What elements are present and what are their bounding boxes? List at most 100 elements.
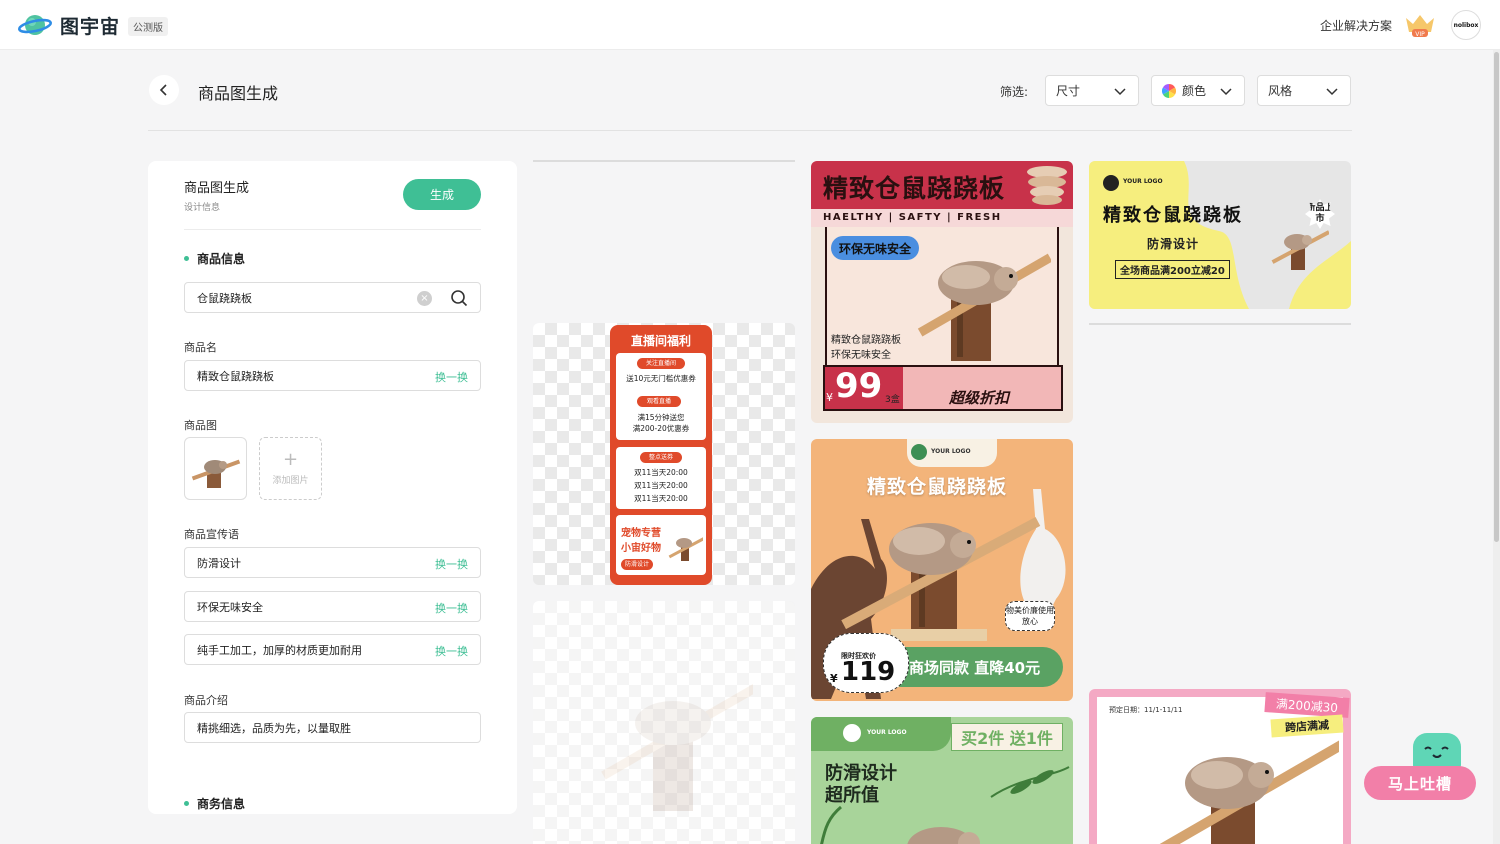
- filter-color-select[interactable]: 颜色: [1151, 75, 1245, 106]
- planet-logo-icon[interactable]: [18, 11, 52, 39]
- banner-logo-text: YOUR LOGO: [1123, 178, 1163, 185]
- live-tag-1: 关注直播间: [637, 358, 685, 369]
- slogan-value-1: 防滑设计: [197, 556, 241, 570]
- app-name[interactable]: 图宇宙: [60, 12, 120, 39]
- result-card-pink-poster[interactable]: 预定日期：11/1-11/11 满200减30 跨店满减: [1089, 689, 1351, 844]
- stacked-plates-icon: [1027, 166, 1067, 205]
- filter-label: 筛选:: [1000, 85, 1029, 99]
- feedback-button[interactable]: 马上吐槽: [1364, 766, 1476, 800]
- product-search-input[interactable]: 仓鼠跷跷板 ×: [184, 282, 481, 313]
- poster-strip-text: HAELTHY | SAFTY | FRESH: [823, 212, 1002, 223]
- banner-title: 精致仓鼠跷跷板: [1103, 205, 1243, 226]
- product-search-value: 仓鼠跷跷板: [197, 291, 252, 305]
- live-text-2a: 满15分钟送您: [637, 413, 685, 422]
- clear-icon[interactable]: ×: [417, 291, 432, 306]
- generation-panel: 商品图生成 设计信息 生成 商品信息 仓鼠跷跷板 × 商品名 精致仓鼠跷跷板 换…: [148, 161, 517, 814]
- result-card-red-poster[interactable]: 精致仓鼠跷跷板 HAELTHY | SAFTY | FRESH 环保无味安全 精…: [811, 161, 1073, 423]
- live-time-1: 双11当天20:00: [634, 468, 688, 477]
- logo-mark-icon: [1103, 175, 1119, 191]
- product-name-label: 商品名: [184, 341, 217, 354]
- slogan-value-2: 环保无味安全: [197, 600, 263, 614]
- swap-name-button[interactable]: 换一换: [435, 369, 468, 385]
- banner-sub: 防滑设计: [1147, 237, 1200, 251]
- live-brand-2: 小宙好物: [621, 543, 661, 554]
- back-button[interactable]: [149, 75, 179, 105]
- filter-style-label: 风格: [1268, 84, 1293, 98]
- intro-field[interactable]: 精挑细选，品质为先，以量取胜: [184, 712, 481, 743]
- search-icon[interactable]: [450, 289, 468, 307]
- product-name-value: 精致仓鼠跷跷板: [197, 369, 274, 383]
- filter-size-select[interactable]: 尺寸: [1045, 75, 1139, 106]
- card-loading-placeholder: [1089, 323, 1351, 325]
- live-brand-1: 宠物专营: [621, 528, 661, 539]
- chevron-down-icon: [1220, 88, 1232, 96]
- poster-promo: 超级折扣: [949, 389, 1010, 407]
- business-info-heading: 商务信息: [197, 797, 246, 811]
- live-text-2b: 满200-20优惠券: [632, 424, 690, 433]
- orange-currency: ¥: [830, 672, 838, 685]
- user-avatar[interactable]: nolibox: [1451, 10, 1481, 40]
- poster-currency: ¥: [826, 391, 833, 404]
- chevron-down-icon: [1326, 88, 1338, 96]
- green-logo-text: YOUR LOGO: [867, 729, 907, 736]
- chevron-down-icon: [1114, 88, 1126, 96]
- slogan-field-1[interactable]: 防滑设计 换一换: [184, 547, 481, 578]
- intro-label: 商品介绍: [184, 694, 228, 707]
- result-card-loading[interactable]: [533, 601, 795, 844]
- poster-unit: 3盒: [885, 395, 900, 405]
- live-tag-3: 整点送券: [640, 452, 682, 463]
- poster-badge: 环保无味安全: [831, 236, 919, 260]
- poster-line-1: 精致仓鼠跷跷板: [831, 335, 901, 346]
- result-card-gray-banner[interactable]: YOUR LOGO 精致仓鼠跷跷板 防滑设计 全场商品满200立减20 新品上市: [1089, 161, 1351, 309]
- leaves-hamster-illustration: [820, 766, 1070, 844]
- product-info-section: 商品信息: [184, 250, 245, 267]
- page-scrollbar-thumb[interactable]: [1494, 52, 1499, 542]
- orange-bubble: 物美价廉使用放心: [1005, 601, 1055, 631]
- panel-title: 商品图生成: [184, 181, 250, 196]
- product-name-field[interactable]: 精致仓鼠跷跷板 换一换: [184, 360, 481, 391]
- panel-divider: [184, 229, 481, 230]
- swap-slogan-3-button[interactable]: 换一换: [435, 643, 468, 659]
- hamster-seesaw-image: [917, 253, 1051, 361]
- color-wheel-icon: [1162, 83, 1176, 98]
- result-card-orange-poster[interactable]: YOUR LOGO 精致仓鼠跷跷板 物美价廉使用放心 商场同款 直降40元 限时…: [811, 439, 1073, 701]
- swap-slogan-1-button[interactable]: 换一换: [435, 556, 468, 572]
- product-image-thumbnail[interactable]: [184, 437, 247, 500]
- business-info-section: 商务信息: [184, 795, 245, 812]
- live-time-2: 双11当天20:00: [634, 481, 688, 490]
- live-title: 直播间福利: [630, 334, 691, 348]
- orange-logo-text: YOUR LOGO: [931, 448, 971, 455]
- slogan-label: 商品宣传语: [184, 528, 239, 541]
- orange-promo: 商场同款 直降40元: [909, 659, 1041, 677]
- plus-icon: +: [282, 449, 299, 470]
- panel-subtitle: 设计信息: [184, 203, 221, 213]
- poster-price: 99: [835, 366, 883, 406]
- beta-badge: 公测版: [128, 17, 168, 36]
- swap-slogan-2-button[interactable]: 换一换: [435, 600, 468, 616]
- svg-text:VIP: VIP: [1415, 31, 1425, 38]
- add-image-button[interactable]: + 添加图片: [259, 437, 322, 500]
- page-title: 商品图生成: [198, 84, 279, 103]
- result-card-live-list[interactable]: 直播间福利 关注直播间 送10元无门槛优惠券 观看直播 满15分钟送您 满200…: [533, 323, 795, 585]
- result-card-green-poster[interactable]: YOUR LOGO 买2件 送1件 防滑设计 超所值: [811, 717, 1073, 844]
- green-badge: 买2件 送1件: [951, 723, 1063, 751]
- logo-mark-icon: [843, 724, 861, 742]
- hamster-seesaw-image: [1149, 739, 1339, 844]
- poster-line-2: 环保无味安全: [831, 350, 891, 361]
- slogan-value-3: 纯手工加工，加厚的材质更加耐用: [197, 643, 362, 657]
- enterprise-link[interactable]: 企业解决方案: [1320, 17, 1392, 34]
- live-text-1: 送10元无门槛优惠券: [626, 374, 696, 383]
- section-dot: [184, 256, 189, 261]
- filter-size-label: 尺寸: [1056, 84, 1081, 98]
- slogan-field-3[interactable]: 纯手工加工，加厚的材质更加耐用 换一换: [184, 634, 481, 665]
- pink-date: 预定日期：11/1-11/11: [1109, 706, 1183, 714]
- slogan-field-2[interactable]: 环保无味安全 换一换: [184, 591, 481, 622]
- top-bar: 图宇宙 公测版 企业解决方案 VIP nolibox: [0, 0, 1500, 50]
- live-time-3: 双11当天20:00: [634, 494, 688, 503]
- crown-vip-icon[interactable]: VIP: [1404, 12, 1436, 38]
- generate-button[interactable]: 生成: [403, 179, 481, 210]
- chevron-left-icon: [159, 84, 167, 96]
- card-loading-placeholder: [533, 160, 795, 162]
- filter-style-select[interactable]: 风格: [1257, 75, 1351, 106]
- filter-color-label: 颜色: [1182, 84, 1207, 98]
